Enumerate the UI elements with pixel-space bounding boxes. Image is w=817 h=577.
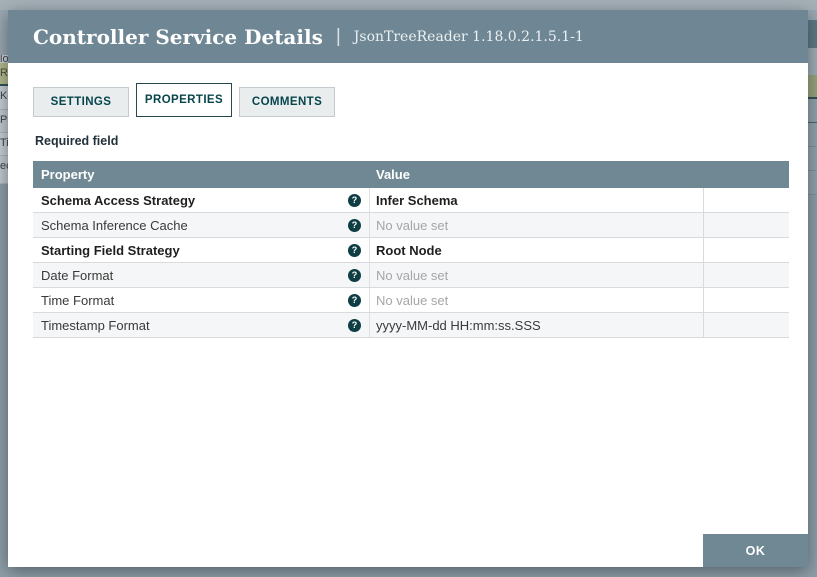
property-name: Starting Field Strategy — [41, 242, 180, 258]
dimmed-backdrop-right — [808, 10, 817, 567]
properties-table: Property Value Schema Access Strategy? In… — [33, 161, 789, 338]
background-fragment — [808, 48, 817, 75]
value-cell: No value set — [370, 263, 704, 287]
property-value: Infer Schema — [376, 192, 458, 208]
tab-bar: SETTINGS PROPERTIES COMMENTS — [33, 83, 808, 117]
help-icon[interactable]: ? — [348, 218, 361, 232]
background-fragment — [808, 99, 817, 123]
dialog-title: Controller Service Details — [33, 24, 323, 49]
tab-properties[interactable]: PROPERTIES — [136, 83, 232, 117]
value-cell: Root Node — [370, 238, 704, 262]
property-value: No value set — [376, 267, 449, 283]
help-icon[interactable]: ? — [348, 243, 361, 257]
required-field-label: Required field — [35, 134, 119, 148]
row-spacer-cell — [704, 213, 789, 237]
value-cell: No value set — [370, 213, 704, 237]
column-header-value: Value — [376, 167, 410, 182]
controller-service-details-dialog: Controller Service Details | JsonTreeRea… — [8, 10, 808, 567]
background-fragment — [808, 147, 817, 171]
value-cell: yyyy-MM-dd HH:mm:ss.SSS — [370, 313, 704, 337]
property-name: Schema Inference Cache — [41, 217, 188, 233]
background-fragment-text: Ti — [0, 133, 8, 156]
background-fragment — [0, 10, 8, 55]
background-fragment — [808, 123, 817, 147]
help-icon[interactable]: ? — [348, 293, 361, 307]
property-cell: Date Format? — [33, 263, 370, 287]
help-icon[interactable]: ? — [348, 193, 361, 207]
dialog-subtitle: JsonTreeReader 1.18.0.2.1.5.1-1 — [353, 28, 584, 45]
background-fragment-text: Ke — [0, 86, 8, 110]
background-fragment — [808, 10, 817, 20]
help-icon[interactable]: ? — [348, 318, 361, 332]
row-spacer-cell — [704, 313, 789, 337]
property-value: yyyy-MM-dd HH:mm:ss.SSS — [376, 317, 541, 333]
ok-button[interactable]: OK — [703, 534, 808, 567]
row-spacer-cell — [704, 238, 789, 262]
background-fragment — [0, 184, 8, 554]
tab-settings[interactable]: SETTINGS — [33, 87, 129, 117]
value-cell: Infer Schema — [370, 188, 704, 212]
dimmed-backdrop-top — [0, 0, 817, 10]
property-cell: Time Format? — [33, 288, 370, 312]
table-row: Timestamp Format? yyyy-MM-dd HH:mm:ss.SSS — [33, 313, 789, 338]
background-fragment-text: lo — [0, 55, 8, 63]
table-row: Date Format? No value set — [33, 263, 789, 288]
table-row: Starting Field Strategy? Root Node — [33, 238, 789, 263]
properties-table-body: Schema Access Strategy? Infer Schema Schem… — [33, 188, 789, 338]
property-cell: Schema Inference Cache? — [33, 213, 370, 237]
background-fragment — [808, 20, 817, 48]
row-spacer-cell — [704, 263, 789, 287]
property-cell: Timestamp Format? — [33, 313, 370, 337]
background-fragment-highlighted-row — [808, 75, 817, 99]
table-row: Schema Inference Cache? No value set — [33, 213, 789, 238]
column-header-property: Property — [41, 167, 95, 182]
background-fragment — [808, 195, 817, 555]
row-spacer-cell — [704, 288, 789, 312]
property-name: Schema Access Strategy — [41, 192, 196, 208]
property-cell: Starting Field Strategy? — [33, 238, 370, 262]
property-name: Timestamp Format — [41, 317, 150, 333]
value-cell: No value set — [370, 288, 704, 312]
background-fragment — [808, 171, 817, 195]
property-value: Root Node — [376, 242, 442, 258]
row-spacer-cell — [704, 188, 789, 212]
properties-table-header: Property Value — [33, 161, 789, 188]
background-fragment-highlighted-row: R — [0, 63, 8, 86]
background-fragment-text: Pa — [0, 110, 8, 133]
table-row: Time Format? No value set — [33, 288, 789, 313]
property-cell: Schema Access Strategy? — [33, 188, 370, 212]
property-name: Time Format — [41, 292, 115, 308]
background-fragment-text: ec — [0, 156, 8, 184]
dialog-header: Controller Service Details | JsonTreeRea… — [8, 10, 808, 63]
property-value: No value set — [376, 292, 449, 308]
property-name: Date Format — [41, 267, 114, 283]
tab-comments[interactable]: COMMENTS — [239, 87, 335, 117]
property-value: No value set — [376, 217, 449, 233]
title-separator: | — [335, 25, 341, 47]
dimmed-backdrop-left: lo R Ke Pa Ti ec — [0, 10, 8, 567]
screen: lo R Ke Pa Ti ec Controller Service Deta… — [0, 0, 817, 577]
help-icon[interactable]: ? — [348, 268, 361, 282]
table-row: Schema Access Strategy? Infer Schema — [33, 188, 789, 213]
